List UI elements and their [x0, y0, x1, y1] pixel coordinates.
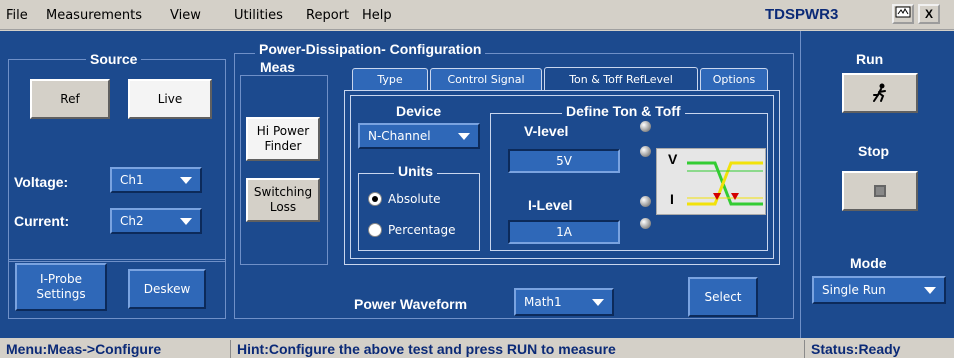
- chevron-down-icon: [180, 218, 192, 225]
- main-panel: Source Ref Live Voltage: Ch1 Current: Ch…: [0, 31, 954, 338]
- deskew-button[interactable]: Deskew: [128, 269, 206, 309]
- diagram-v-label: V: [668, 151, 678, 167]
- tab-ton-toff-reflevel[interactable]: Ton & Toff RefLevel: [544, 67, 698, 91]
- mode-label: Mode: [850, 255, 887, 271]
- meas-panel: [240, 75, 328, 265]
- ilevel-knob-icon[interactable]: [640, 218, 651, 229]
- menu-view[interactable]: View: [170, 8, 201, 23]
- diagram-i-label: I: [670, 191, 674, 207]
- voltage-dropdown[interactable]: Ch1: [110, 167, 202, 193]
- power-waveform-label: Power Waveform: [354, 296, 468, 312]
- current-dropdown[interactable]: Ch2: [110, 208, 202, 234]
- chevron-down-icon: [458, 133, 470, 140]
- close-button[interactable]: X: [918, 4, 940, 24]
- device-label: Device: [396, 103, 442, 119]
- vlevel-knob-icon[interactable]: [640, 121, 651, 132]
- status-bar: Menu:Meas->Configure Hint:Configure the …: [0, 338, 954, 358]
- tab-options[interactable]: Options: [700, 68, 768, 90]
- power-waveform-value: Math1: [524, 295, 562, 309]
- tab-type[interactable]: Type: [352, 68, 428, 90]
- stop-icon: [874, 185, 886, 197]
- mode-value: Single Run: [822, 283, 886, 297]
- stop-button[interactable]: [842, 171, 918, 211]
- iprobe-settings-button[interactable]: I-Probe Settings: [15, 263, 107, 311]
- menu-measurements[interactable]: Measurements: [46, 8, 142, 23]
- select-button[interactable]: Select: [688, 277, 758, 317]
- config-title: Power-Dissipation- Configuration: [255, 41, 486, 57]
- ilevel-knob-icon[interactable]: [640, 196, 651, 207]
- chevron-down-icon: [180, 177, 192, 184]
- tab-control-signal[interactable]: Control Signal: [430, 68, 542, 90]
- device-value: N-Channel: [368, 129, 431, 143]
- menu-help[interactable]: Help: [362, 8, 392, 23]
- define-title: Define Ton & Toff: [562, 103, 685, 119]
- current-value: Ch2: [120, 214, 144, 228]
- menu-utilities[interactable]: Utilities: [234, 8, 283, 23]
- run-label: Run: [856, 51, 884, 67]
- units-percentage-label: Percentage: [388, 223, 456, 237]
- voltage-value: Ch1: [120, 173, 144, 187]
- device-dropdown[interactable]: N-Channel: [358, 123, 480, 149]
- status-menu-path: Menu:Meas->Configure: [6, 341, 162, 357]
- menu-report[interactable]: Report: [306, 8, 349, 23]
- vlevel-knob-icon[interactable]: [640, 146, 651, 157]
- radio-selected-icon: [368, 192, 382, 206]
- menu-file[interactable]: File: [6, 8, 28, 23]
- mode-dropdown[interactable]: Single Run: [812, 276, 946, 304]
- units-percentage-radio[interactable]: Percentage: [368, 223, 456, 237]
- units-label: Units: [394, 163, 437, 179]
- units-absolute-label: Absolute: [388, 192, 441, 206]
- status-hint: Hint:Configure the above test and press …: [230, 340, 802, 358]
- voltage-label: Voltage:: [14, 174, 69, 190]
- ilevel-label: I-Level: [528, 197, 573, 213]
- units-absolute-radio[interactable]: Absolute: [368, 192, 440, 206]
- hipower-finder-button[interactable]: Hi Power Finder: [246, 117, 320, 161]
- source-title: Source: [86, 51, 142, 67]
- vlevel-label: V-level: [524, 123, 569, 139]
- live-button[interactable]: Live: [128, 79, 212, 119]
- run-button[interactable]: [842, 73, 918, 113]
- running-man-icon: [873, 83, 886, 102]
- switching-loss-button[interactable]: Switching Loss: [246, 178, 320, 222]
- app-title: TDSPWR3: [765, 6, 839, 23]
- ilevel-field[interactable]: 1A: [508, 220, 620, 244]
- power-waveform-dropdown[interactable]: Math1: [514, 288, 614, 316]
- current-label: Current:: [14, 213, 70, 229]
- ref-button[interactable]: Ref: [30, 79, 110, 119]
- vlevel-field[interactable]: 5V: [508, 149, 620, 173]
- chevron-down-icon: [924, 287, 936, 294]
- radio-unselected-icon: [368, 223, 382, 237]
- minimize-icon: [895, 6, 911, 18]
- status-ready: Status:Ready: [804, 340, 954, 358]
- stop-label: Stop: [858, 143, 890, 159]
- minimize-button[interactable]: [892, 4, 914, 24]
- units-panel: [358, 173, 480, 251]
- menu-bar: File Measurements View Utilities Report …: [0, 0, 954, 30]
- meas-title: Meas: [256, 59, 300, 75]
- chevron-down-icon: [592, 299, 604, 306]
